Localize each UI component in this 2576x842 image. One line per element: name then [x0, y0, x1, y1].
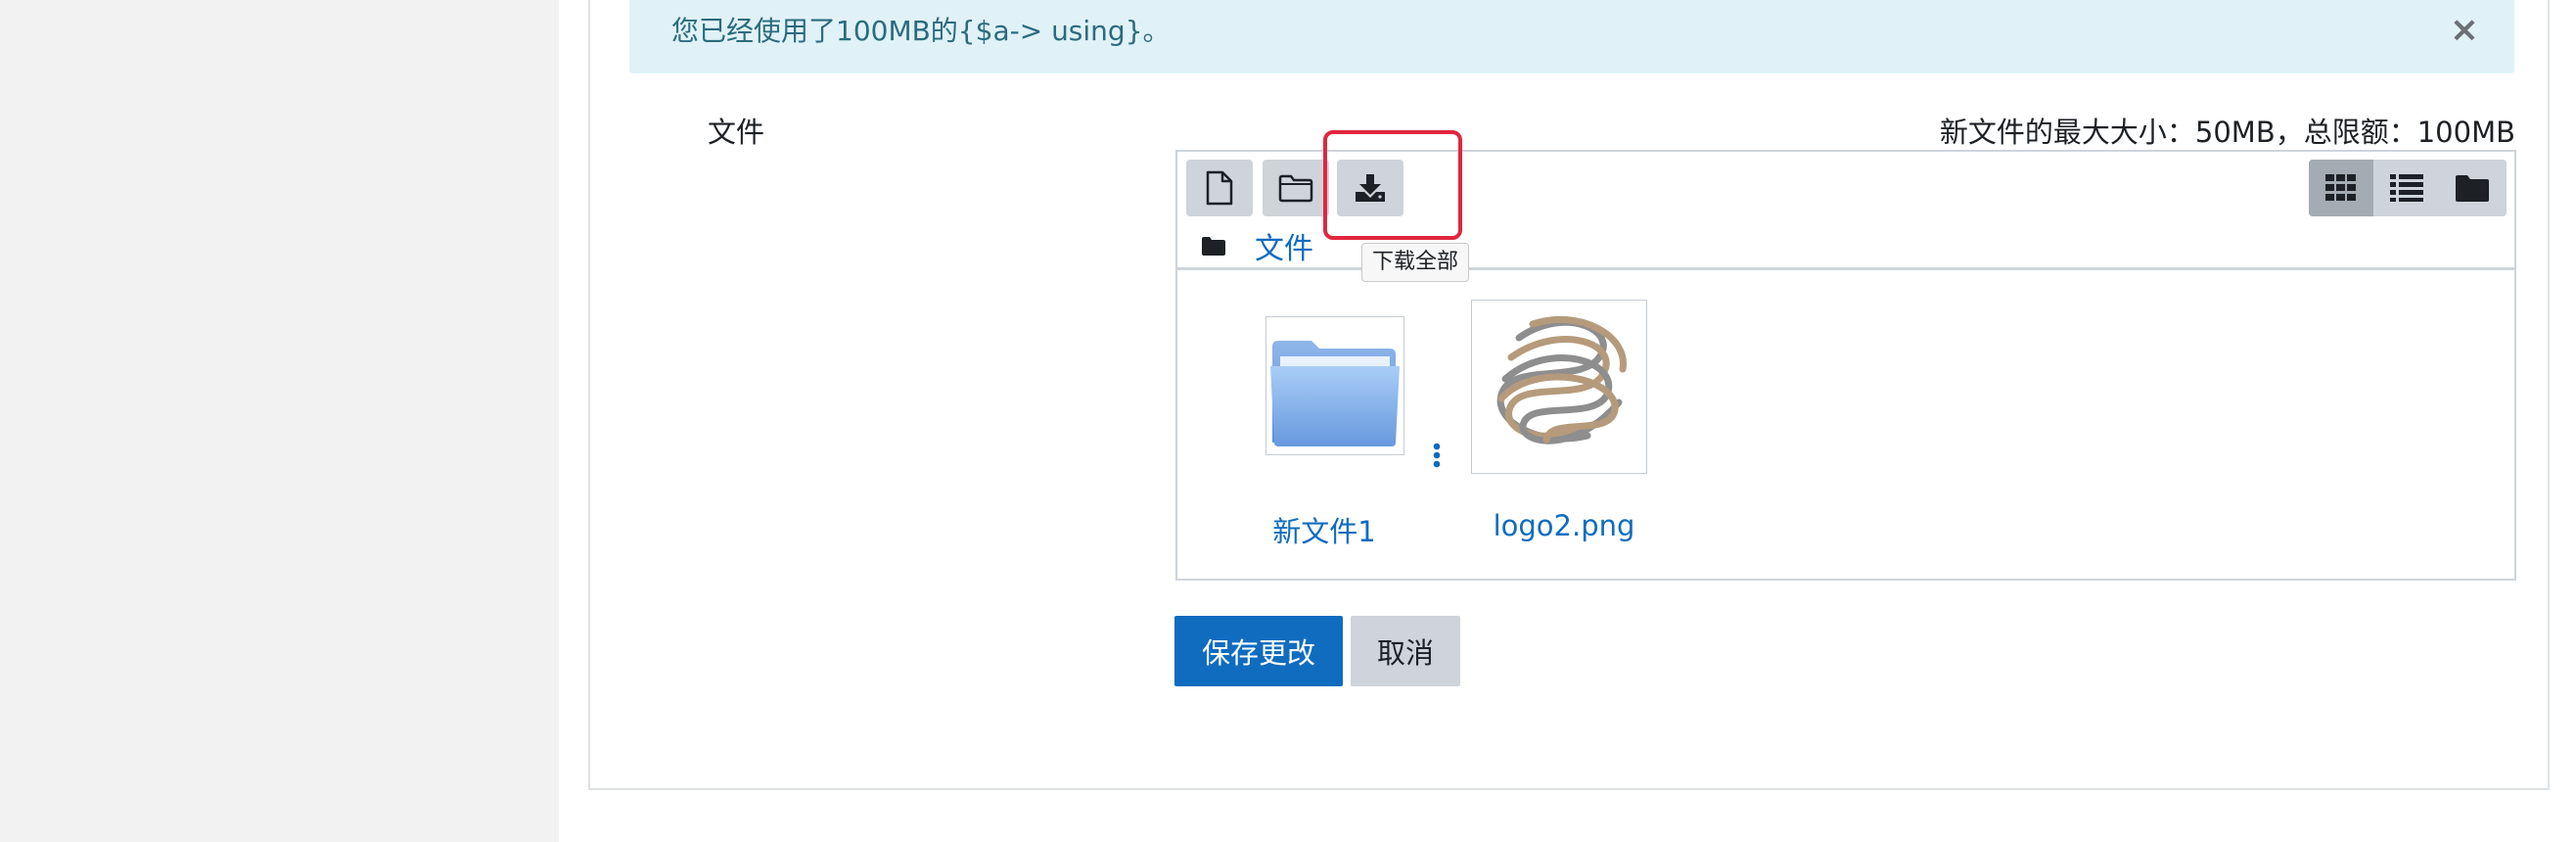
files-field-label: 文件	[708, 116, 765, 149]
view-list-button[interactable]	[2374, 160, 2439, 216]
list-icon	[2390, 174, 2423, 202]
close-icon[interactable]: ×	[2450, 13, 2479, 48]
file-add-icon	[1206, 170, 1233, 206]
folder-icon	[1202, 237, 1225, 256]
add-file-button[interactable]	[1186, 160, 1253, 216]
info-alert: 您已经使用了100MB的{$a-> using}。 ×	[629, 0, 2514, 73]
cancel-button[interactable]: 取消	[1351, 616, 1460, 686]
left-drawer	[0, 0, 559, 842]
logo-image	[1496, 315, 1627, 444]
file-item-name[interactable]: 新文件1	[1236, 509, 1412, 550]
download-all-tooltip: 下载全部	[1361, 243, 1470, 282]
highlight-annotation	[1323, 130, 1462, 240]
save-button[interactable]: 保存更改	[1174, 616, 1343, 686]
folder-icon	[1270, 341, 1400, 446]
folder-tree-icon	[2456, 175, 2489, 202]
alert-message: 您已经使用了100MB的{$a-> using}。	[671, 15, 1171, 47]
more-icon[interactable]	[1433, 443, 1441, 468]
grid-icon	[2325, 174, 2356, 201]
view-switcher	[2309, 160, 2507, 216]
create-folder-button[interactable]	[1263, 160, 1329, 216]
folder-create-icon	[1278, 174, 1313, 203]
image-thumbnail[interactable]	[1471, 300, 1647, 474]
file-item-name[interactable]: logo2.png	[1471, 509, 1657, 542]
view-icons-button[interactable]	[2309, 160, 2373, 216]
folder-thumbnail[interactable]	[1265, 316, 1441, 468]
breadcrumb: 文件	[1202, 228, 1313, 266]
view-tree-button[interactable]	[2440, 160, 2505, 216]
file-size-limits: 新文件的最大大小：50MB，总限额：100MB	[1939, 116, 2515, 149]
breadcrumb-link[interactable]: 文件	[1255, 224, 1313, 267]
